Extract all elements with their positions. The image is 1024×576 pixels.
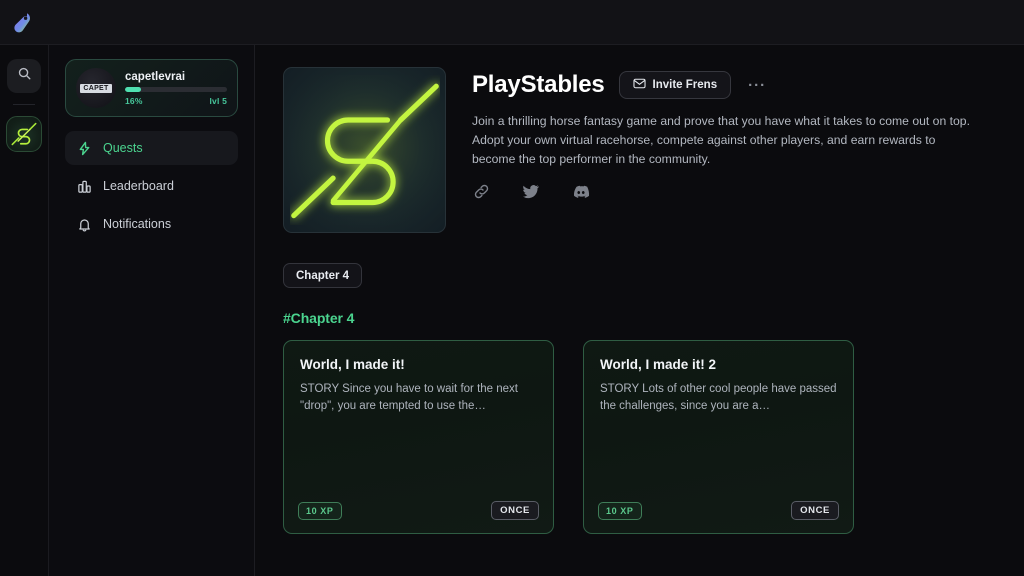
quest-title: World, I made it! 2 [600,357,717,372]
quest-description: STORY Since you have to wait for the nex… [300,383,518,413]
social-links [472,183,996,201]
sidebar-item-quests[interactable]: Quests [65,131,238,165]
xp-progress-bar [125,86,227,92]
bar-chart-icon [76,178,92,194]
sidebar: CAPET capetlevrai 16% lvl 5 Quests Leade… [49,45,255,576]
bell-icon [76,216,92,232]
more-options-button[interactable]: ··· [745,77,769,94]
app-logo-icon[interactable] [8,7,38,37]
tab-chapter-4[interactable]: Chapter 4 [283,263,363,288]
link-icon[interactable] [472,183,490,201]
sidebar-item-leaderboard[interactable]: Leaderboard [65,169,238,203]
lightning-bolt-icon [76,140,92,156]
avatar: CAPET [76,68,116,108]
main-content: PlayStables Invite Frens ··· Join a thri… [255,45,1024,576]
envelope-icon [632,77,646,93]
xp-progress-fill [125,86,142,92]
sidebar-item-notifications[interactable]: Notifications [65,207,238,241]
avatar-label: CAPET [80,83,112,93]
invite-frens-label: Invite Frens [652,79,718,91]
icon-rail [0,45,49,576]
profile-meta: capetlevrai 16% lvl 5 [125,71,227,106]
quest-card-footer: 10 XP ONCE [298,501,539,520]
rail-divider [13,104,35,105]
level-label: lvl 5 [209,95,227,106]
quest-card[interactable]: World, I made it! STORY Since you have t… [283,340,554,534]
frequency-badge: ONCE [491,501,539,520]
quest-card-list: World, I made it! STORY Since you have t… [283,340,996,534]
discord-icon[interactable] [572,183,590,201]
project-description: Join a thrilling horse fantasy game and … [472,114,970,166]
top-bar [0,0,1024,45]
playstables-logo-icon [289,75,440,225]
frequency-badge: ONCE [791,501,839,520]
sidebar-nav: Quests Leaderboard Notifications [65,131,238,241]
project-hero-image [283,67,446,233]
server-icon-playstables[interactable] [6,116,42,152]
search-button[interactable] [7,59,41,93]
quest-card[interactable]: World, I made it! 2 STORY Lots of other … [583,340,854,534]
playstables-logo-icon [11,122,37,146]
app-root: CAPET capetlevrai 16% lvl 5 Quests Leade… [0,0,1024,576]
xp-badge: 10 XP [298,501,342,520]
xp-badge: 10 XP [598,501,642,520]
quest-description: STORY Lots of other cool people have pas… [600,383,837,413]
page-title: PlayStables [472,71,605,98]
invite-frens-button[interactable]: Invite Frens [618,71,732,99]
profile-username: capetlevrai [125,70,186,83]
quest-card-footer: 10 XP ONCE [598,501,839,520]
twitter-icon[interactable] [522,183,540,201]
title-row: PlayStables Invite Frens ··· [472,71,996,99]
profile-stats: 16% lvl 5 [125,96,227,106]
sidebar-item-label: Notifications [103,217,172,231]
progress-percent-label: 16% [125,95,143,106]
chapter-heading: #Chapter 4 [283,310,355,326]
project-info: PlayStables Invite Frens ··· Join a thri… [472,67,996,233]
profile-card[interactable]: CAPET capetlevrai 16% lvl 5 [65,59,238,117]
sidebar-item-label: Quests [103,141,143,155]
search-icon [17,66,32,86]
quest-title: World, I made it! [300,357,405,372]
sidebar-item-label: Leaderboard [103,179,174,193]
project-header: PlayStables Invite Frens ··· Join a thri… [283,67,996,233]
